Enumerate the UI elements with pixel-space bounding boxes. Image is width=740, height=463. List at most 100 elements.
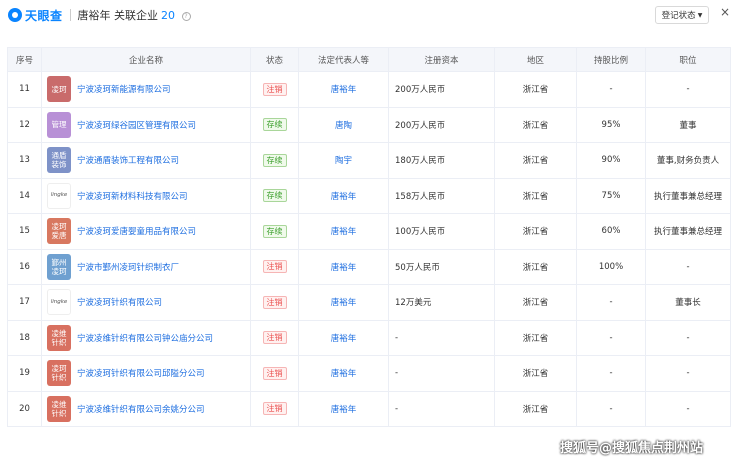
status-cell: 存续 — [250, 177, 299, 214]
position: - — [645, 319, 731, 356]
table-row: 20 凌维针织 宁波凌维针织有限公司余姚分公司 注销 唐裕年 - 浙江省 - - — [7, 390, 731, 427]
registered-capital: 100万人民币 — [388, 213, 495, 250]
registered-capital: 158万人民币 — [388, 177, 495, 214]
company-name-link[interactable]: 宁波凌维针织有限公司余姚分公司 — [77, 403, 205, 415]
legal-rep-link[interactable]: 唐裕年 — [331, 405, 357, 415]
share-ratio: - — [576, 355, 646, 392]
share-ratio: - — [576, 319, 646, 356]
tianyancha-logo[interactable]: 天眼查 — [8, 7, 63, 24]
registered-capital: 180万人民币 — [388, 142, 495, 179]
logo-text: 天眼查 — [25, 8, 63, 23]
company-name-link[interactable]: 宁波凌珂针织有限公司 — [77, 296, 162, 308]
company-name-link[interactable]: 宁波凌维针织有限公司钟公庙分公司 — [77, 332, 213, 344]
table-row: 12 管理 宁波凌珂绿谷园区管理有限公司 存续 唐陶 200万人民币 浙江省 95% 董事 — [7, 106, 731, 143]
status-badge: 注销 — [262, 82, 287, 96]
page-title: 唐裕年 关联企业 20 ? — [78, 7, 191, 23]
legal-rep-cell: 唐裕年 — [298, 390, 389, 427]
share-ratio: 60% — [576, 213, 646, 250]
legal-rep-link[interactable]: 唐裕年 — [331, 334, 357, 344]
legal-rep-cell: 唐陶 — [298, 106, 389, 143]
close-icon[interactable]: × — [720, 5, 730, 19]
company-cell: 凌珂 宁波凌珂新能源有限公司 — [41, 71, 251, 108]
company-cell: lingke 宁波凌珂针织有限公司 — [41, 284, 251, 321]
region: 浙江省 — [494, 213, 577, 250]
status-badge: 存续 — [262, 153, 287, 167]
legal-rep-link[interactable]: 唐陶 — [335, 121, 352, 131]
status-cell: 注销 — [250, 355, 299, 392]
status-cell: 存续 — [250, 106, 299, 143]
company-name-link[interactable]: 宁波市鄞州凌珂针织制衣厂 — [77, 261, 179, 273]
registered-capital: 12万美元 — [388, 284, 495, 321]
table-row: 15 凌珂爱唐 宁波凌珂爱唐婴童用品有限公司 存续 唐裕年 100万人民币 浙江省 60% 执行… — [7, 213, 731, 250]
legal-rep-cell: 唐裕年 — [298, 177, 389, 214]
status-cell: 注销 — [250, 390, 299, 427]
logo-icon — [8, 8, 22, 22]
table-row: 13 通盾装饰 宁波通盾装饰工程有限公司 存续 陶宇 180万人民币 浙江省 90% 董事,财务… — [7, 142, 731, 179]
column-header: 地区 — [494, 47, 577, 72]
status-cell: 注销 — [250, 319, 299, 356]
legal-rep-link[interactable]: 唐裕年 — [331, 369, 357, 379]
company-name-link[interactable]: 宁波凌珂针织有限公司邱隘分公司 — [77, 367, 205, 379]
column-header: 序号 — [7, 47, 42, 72]
row-number: 16 — [7, 248, 42, 285]
share-ratio: - — [576, 390, 646, 427]
share-ratio: 90% — [576, 142, 646, 179]
legal-rep-link[interactable]: 唐裕年 — [331, 298, 357, 308]
company-cell: 管理 宁波凌珂绿谷园区管理有限公司 — [41, 106, 251, 143]
person-name: 唐裕年 — [77, 9, 111, 22]
column-header: 企业名称 — [41, 47, 251, 72]
status-cell: 注销 — [250, 71, 299, 108]
status-badge: 存续 — [262, 189, 287, 203]
info-icon[interactable]: ? — [181, 11, 191, 21]
column-header: 持股比例 — [576, 47, 646, 72]
legal-rep-cell: 唐裕年 — [298, 284, 389, 321]
table-row: 19 凌珂针织 宁波凌珂针织有限公司邱隘分公司 注销 唐裕年 - 浙江省 - - — [7, 355, 731, 392]
status-badge: 注销 — [262, 260, 287, 274]
row-number: 13 — [7, 142, 42, 179]
legal-rep-cell: 陶宇 — [298, 142, 389, 179]
region: 浙江省 — [494, 106, 577, 143]
legal-rep-link[interactable]: 唐裕年 — [331, 263, 357, 273]
region: 浙江省 — [494, 142, 577, 179]
company-name-link[interactable]: 宁波凌珂新材料科技有限公司 — [77, 190, 188, 202]
share-ratio: - — [576, 71, 646, 108]
company-cell: 通盾装饰 宁波通盾装饰工程有限公司 — [41, 142, 251, 179]
status-badge: 注销 — [262, 366, 287, 380]
company-logo: lingke — [47, 182, 71, 209]
position: - — [645, 390, 731, 427]
registered-capital: 200万人民币 — [388, 106, 495, 143]
region: 浙江省 — [494, 177, 577, 214]
legal-rep-cell: 唐裕年 — [298, 248, 389, 285]
registered-capital: 50万人民币 — [388, 248, 495, 285]
legal-rep-link[interactable]: 陶宇 — [335, 156, 352, 166]
company-name-link[interactable]: 宁波凌珂新能源有限公司 — [77, 83, 171, 95]
table-row: 17 lingke 宁波凌珂针织有限公司 注销 唐裕年 12万美元 浙江省 - 董事长 — [7, 284, 731, 321]
table-row: 16 鄞州凌珂 宁波市鄞州凌珂针织制衣厂 注销 唐裕年 50万人民币 浙江省 100% - — [7, 248, 731, 285]
legal-rep-link[interactable]: 唐裕年 — [331, 192, 357, 202]
company-cell: 凌珂爱唐 宁波凌珂爱唐婴童用品有限公司 — [41, 213, 251, 250]
status-filter-dropdown[interactable]: 登记状态 ▼ — [655, 6, 709, 24]
company-name-link[interactable]: 宁波凌珂绿谷园区管理有限公司 — [77, 119, 196, 131]
company-logo: 凌维针织 — [47, 324, 71, 351]
registered-capital: - — [388, 390, 495, 427]
share-ratio: 75% — [576, 177, 646, 214]
share-ratio: 100% — [576, 248, 646, 285]
title-label: 关联企业 — [114, 9, 159, 22]
company-name-link[interactable]: 宁波凌珂爱唐婴童用品有限公司 — [77, 225, 196, 237]
status-filter-label: 登记状态 — [661, 11, 696, 21]
position: - — [645, 248, 731, 285]
company-logo: 凌珂爱唐 — [47, 218, 71, 245]
company-logo: 凌珂针织 — [47, 360, 71, 387]
watermark: 搜狐号@搜狐焦点荆州站 — [560, 441, 704, 456]
table-row: 11 凌珂 宁波凌珂新能源有限公司 注销 唐裕年 200万人民币 浙江省 - - — [7, 71, 731, 108]
company-name-link[interactable]: 宁波通盾装饰工程有限公司 — [77, 154, 179, 166]
company-cell: lingke 宁波凌珂新材料科技有限公司 — [41, 177, 251, 214]
position: 董事 — [645, 106, 731, 143]
legal-rep-link[interactable]: 唐裕年 — [331, 227, 357, 237]
position: 董事,财务负责人 — [645, 142, 731, 179]
company-cell: 凌珂针织 宁波凌珂针织有限公司邱隘分公司 — [41, 355, 251, 392]
region: 浙江省 — [494, 71, 577, 108]
legal-rep-link[interactable]: 唐裕年 — [331, 85, 357, 95]
status-cell: 存续 — [250, 142, 299, 179]
company-cell: 凌维针织 宁波凌维针织有限公司余姚分公司 — [41, 390, 251, 427]
